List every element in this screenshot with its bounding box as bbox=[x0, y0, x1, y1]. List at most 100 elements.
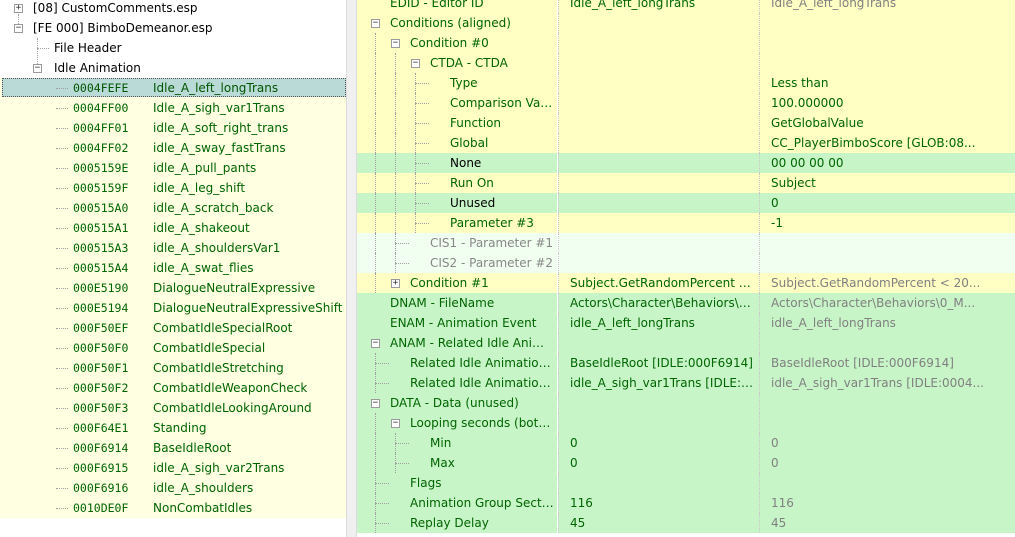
value-cell-bimbodemeanor[interactable]: 45 bbox=[558, 513, 759, 533]
record-row[interactable]: 000E5190 DialogueNeutralExpressive bbox=[0, 278, 346, 298]
value-cell-bimbodemeanor[interactable]: BaseIdleRoot [IDLE:000F6914] bbox=[558, 353, 759, 373]
element-name-cell[interactable]: Max bbox=[357, 453, 557, 473]
element-row[interactable]: − Looping seconds (both 2... bbox=[357, 413, 1015, 433]
element-name-cell[interactable]: CIS1 - Parameter #1 bbox=[357, 233, 557, 253]
element-row[interactable]: Global CC_PlayerBimboScore [GLOB:08... bbox=[357, 133, 1015, 153]
value-cell-bimbodemeanor[interactable] bbox=[558, 393, 759, 413]
element-row[interactable]: − DATA - Data (unused) bbox=[357, 393, 1015, 413]
value-cell-override[interactable]: idle_A_sigh_var1Trans [IDLE:0004... bbox=[759, 373, 1015, 393]
value-cell-bimbodemeanor[interactable]: idle_A_left_longTrans bbox=[558, 313, 759, 333]
record-view[interactable]: EDID - Editor ID Idle_A_left_longTrans Idl… bbox=[357, 0, 1015, 537]
value-cell-override[interactable] bbox=[759, 33, 1015, 53]
value-cell-bimbodemeanor[interactable]: idle_A_sigh_var1Trans [IDLE:0004... bbox=[558, 373, 759, 393]
element-name-cell[interactable]: Replay Delay bbox=[357, 513, 557, 533]
element-row[interactable]: Unused 0 bbox=[357, 193, 1015, 213]
element-name-cell[interactable]: − CTDA - CTDA bbox=[357, 53, 557, 73]
value-cell-override[interactable]: 0 bbox=[759, 453, 1015, 473]
element-row[interactable]: Animation Group Section 116 116 bbox=[357, 493, 1015, 513]
element-name-cell[interactable]: EDID - Editor ID bbox=[357, 0, 557, 13]
value-cell-bimbodemeanor[interactable] bbox=[558, 193, 759, 213]
value-cell-bimbodemeanor[interactable] bbox=[558, 93, 759, 113]
element-name-cell[interactable]: + Condition #1 bbox=[357, 273, 557, 293]
element-name-cell[interactable]: Flags bbox=[357, 473, 557, 493]
element-name-cell[interactable]: None bbox=[357, 153, 557, 173]
element-row[interactable]: DNAM - FileName Actors\Character\Behavior… bbox=[357, 293, 1015, 313]
element-name-cell[interactable]: Unused bbox=[357, 193, 557, 213]
value-cell-override[interactable]: 45 bbox=[759, 513, 1015, 533]
value-cell-override[interactable] bbox=[759, 233, 1015, 253]
element-row[interactable]: Flags bbox=[357, 473, 1015, 493]
record-row[interactable]: 000515A3 idle_A_shouldersVar1 bbox=[0, 238, 346, 258]
value-cell-override[interactable]: CC_PlayerBimboScore [GLOB:08... bbox=[759, 133, 1015, 153]
element-row[interactable]: Function GetGlobalValue bbox=[357, 113, 1015, 133]
value-cell-bimbodemeanor[interactable] bbox=[558, 153, 759, 173]
value-cell-bimbodemeanor[interactable]: 116 bbox=[558, 493, 759, 513]
element-row[interactable]: Replay Delay 45 45 bbox=[357, 513, 1015, 533]
element-name-cell[interactable]: − ANAM - Related Idle Animations bbox=[357, 333, 557, 353]
element-row[interactable]: Related Idle Animation #... idle_A_sigh_v… bbox=[357, 373, 1015, 393]
element-name-cell[interactable]: Related Idle Animation #... bbox=[357, 373, 557, 393]
value-cell-bimbodemeanor[interactable] bbox=[558, 73, 759, 93]
value-cell-bimbodemeanor[interactable] bbox=[558, 333, 759, 353]
element-row[interactable]: Run On Subject bbox=[357, 173, 1015, 193]
value-cell-override[interactable] bbox=[759, 333, 1015, 353]
element-name-cell[interactable]: DNAM - FileName bbox=[357, 293, 557, 313]
element-row[interactable]: Comparison Value 100.000000 bbox=[357, 93, 1015, 113]
record-row[interactable]: 000F50EF CombatIdleSpecialRoot bbox=[0, 318, 346, 338]
value-cell-bimbodemeanor[interactable]: Subject.GetRandomPercent < 20... bbox=[558, 273, 759, 293]
record-row[interactable]: 0005159E idle_A_pull_pants bbox=[0, 158, 346, 178]
element-name-cell[interactable]: Parameter #3 bbox=[357, 213, 557, 233]
value-cell-bimbodemeanor[interactable] bbox=[558, 253, 759, 273]
value-cell-override[interactable]: Subject bbox=[759, 173, 1015, 193]
collapse-icon[interactable]: − bbox=[371, 339, 380, 348]
collapse-icon[interactable]: − bbox=[33, 64, 42, 73]
record-row[interactable]: 0004FF02 idle_A_sway_fastTrans bbox=[0, 138, 346, 158]
element-row[interactable]: CIS2 - Parameter #2 bbox=[357, 253, 1015, 273]
element-name-cell[interactable]: − Looping seconds (both 2... bbox=[357, 413, 557, 433]
value-cell-override[interactable] bbox=[759, 253, 1015, 273]
element-name-cell[interactable]: Function bbox=[357, 113, 557, 133]
value-cell-bimbodemeanor[interactable] bbox=[558, 233, 759, 253]
value-cell-bimbodemeanor[interactable] bbox=[558, 213, 759, 233]
value-cell-override[interactable] bbox=[759, 53, 1015, 73]
element-row[interactable]: + Condition #1 Subject.GetRandomPercent < … bbox=[357, 273, 1015, 293]
element-name-cell[interactable]: ENAM - Animation Event bbox=[357, 313, 557, 333]
pane-splitter[interactable] bbox=[346, 0, 357, 537]
element-row[interactable]: EDID - Editor ID Idle_A_left_longTrans Idl… bbox=[357, 0, 1015, 13]
value-cell-override[interactable] bbox=[759, 393, 1015, 413]
element-row[interactable]: − CTDA - CTDA bbox=[357, 53, 1015, 73]
element-row[interactable]: − ANAM - Related Idle Animations bbox=[357, 333, 1015, 353]
value-cell-override[interactable]: 100.000000 bbox=[759, 93, 1015, 113]
value-cell-bimbodemeanor[interactable] bbox=[558, 133, 759, 153]
collapse-icon[interactable]: − bbox=[391, 419, 400, 428]
value-cell-bimbodemeanor[interactable] bbox=[558, 173, 759, 193]
value-cell-bimbodemeanor[interactable]: 0 bbox=[558, 433, 759, 453]
value-cell-bimbodemeanor[interactable] bbox=[558, 33, 759, 53]
element-row[interactable]: Related Idle Animation #... BaseIdleRoot … bbox=[357, 353, 1015, 373]
record-row[interactable]: 0004FF00 Idle_A_sigh_var1Trans bbox=[0, 98, 346, 118]
element-row[interactable]: Min 0 0 bbox=[357, 433, 1015, 453]
record-row[interactable]: 000F50F1 CombatIdleStretching bbox=[0, 358, 346, 378]
expand-icon[interactable]: + bbox=[391, 279, 400, 288]
record-row[interactable]: 000515A1 idle_A_shakeout bbox=[0, 218, 346, 238]
record-row[interactable]: 000F6915 idle_A_sigh_var2Trans bbox=[0, 458, 346, 478]
collapse-icon[interactable]: − bbox=[411, 59, 420, 68]
element-row[interactable]: CIS1 - Parameter #1 bbox=[357, 233, 1015, 253]
record-tree[interactable]: + [08] CustomComments.esp − [FE 000] Bim… bbox=[0, 0, 346, 537]
record-row[interactable]: 0005159F idle_A_leg_shift bbox=[0, 178, 346, 198]
element-row[interactable]: ENAM - Animation Event idle_A_left_longTr… bbox=[357, 313, 1015, 333]
collapse-icon[interactable]: − bbox=[14, 24, 23, 33]
record-row[interactable]: 000515A4 idle_A_swat_flies bbox=[0, 258, 346, 278]
element-row[interactable]: Parameter #3 -1 bbox=[357, 213, 1015, 233]
collapse-icon[interactable]: − bbox=[391, 39, 400, 48]
value-cell-override[interactable]: Less than bbox=[759, 73, 1015, 93]
element-row[interactable]: Type Less than bbox=[357, 73, 1015, 93]
tree-node-idle-animation[interactable]: − Idle Animation bbox=[0, 58, 346, 78]
element-name-cell[interactable]: Global bbox=[357, 133, 557, 153]
value-cell-bimbodemeanor[interactable] bbox=[558, 13, 759, 33]
tree-node-customcomments[interactable]: + [08] CustomComments.esp bbox=[0, 0, 346, 18]
element-row[interactable]: Max 0 0 bbox=[357, 453, 1015, 473]
record-row[interactable]: 0004FEFE Idle_A_left_longTrans bbox=[0, 78, 346, 98]
tree-node-bimbodemeanor[interactable]: − [FE 000] BimboDemeanor.esp bbox=[0, 18, 346, 38]
record-row[interactable]: 000F50F0 CombatIdleSpecial bbox=[0, 338, 346, 358]
